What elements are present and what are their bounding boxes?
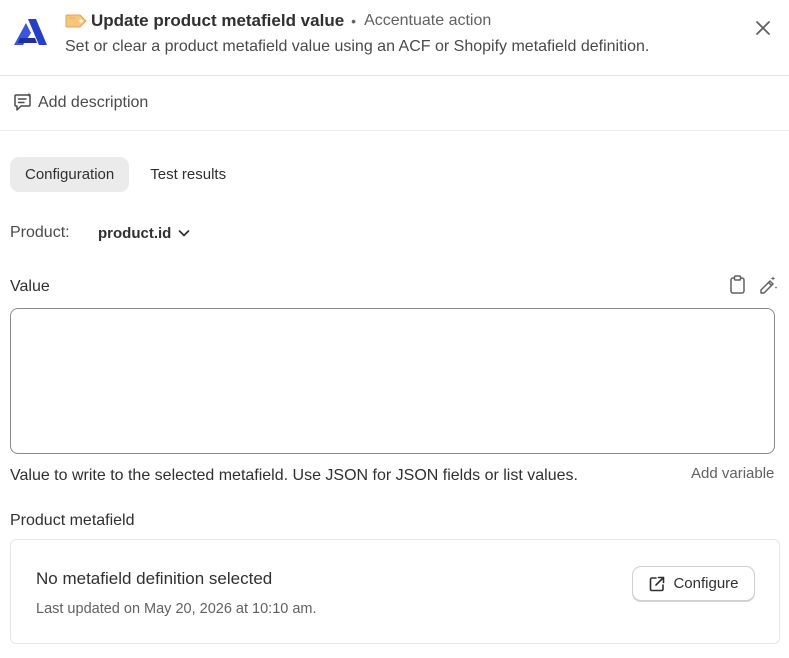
tab-test-results[interactable]: Test results	[135, 157, 241, 192]
add-description-button[interactable]: Add description	[12, 92, 148, 113]
add-description-label: Add description	[38, 93, 149, 111]
action-subtitle: Set or clear a product metafield value u…	[65, 38, 650, 55]
separator-dot: •	[351, 13, 357, 29]
description-row: Add description	[0, 77, 789, 131]
value-help-text: Value to write to the selected metafield…	[10, 467, 578, 484]
clipboard-icon[interactable]	[728, 275, 747, 294]
metafield-card: No metafield definition selected Last up…	[10, 539, 780, 644]
value-label: Value	[10, 278, 50, 295]
tab-bar: Configuration Test results	[10, 157, 241, 192]
value-input[interactable]	[10, 308, 775, 454]
tag-icon	[65, 14, 87, 28]
speech-bubble-icon	[14, 92, 32, 111]
product-select[interactable]: product.id	[98, 225, 191, 242]
chevron-down-icon	[178, 230, 190, 237]
configure-button[interactable]: Configure	[632, 566, 755, 601]
metafield-status-title: No metafield definition selected	[36, 569, 273, 588]
product-value: product.id	[98, 224, 172, 242]
header: Update product metafield value • Accentu…	[0, 0, 789, 76]
add-variable-link[interactable]: Add variable	[691, 465, 774, 482]
tab-configuration[interactable]: Configuration	[10, 157, 130, 192]
product-metafield-label: Product metafield	[10, 512, 135, 529]
product-label: Product:	[10, 224, 70, 241]
close-button[interactable]	[752, 17, 774, 39]
close-icon	[756, 21, 770, 35]
metafield-last-updated: Last updated on May 20, 2026 at 10:10 am…	[36, 601, 317, 617]
action-source: Accentuate action	[364, 12, 492, 29]
configure-label: Configure	[673, 575, 739, 592]
accentuate-logo-icon	[14, 19, 47, 45]
page-title: Update product metafield value	[91, 11, 345, 30]
title-row: Update product metafield value • Accentu…	[65, 11, 491, 31]
product-row: Product: product.id	[10, 224, 191, 242]
external-link-icon	[650, 576, 665, 591]
pen-sparkle-icon[interactable]	[758, 275, 778, 295]
